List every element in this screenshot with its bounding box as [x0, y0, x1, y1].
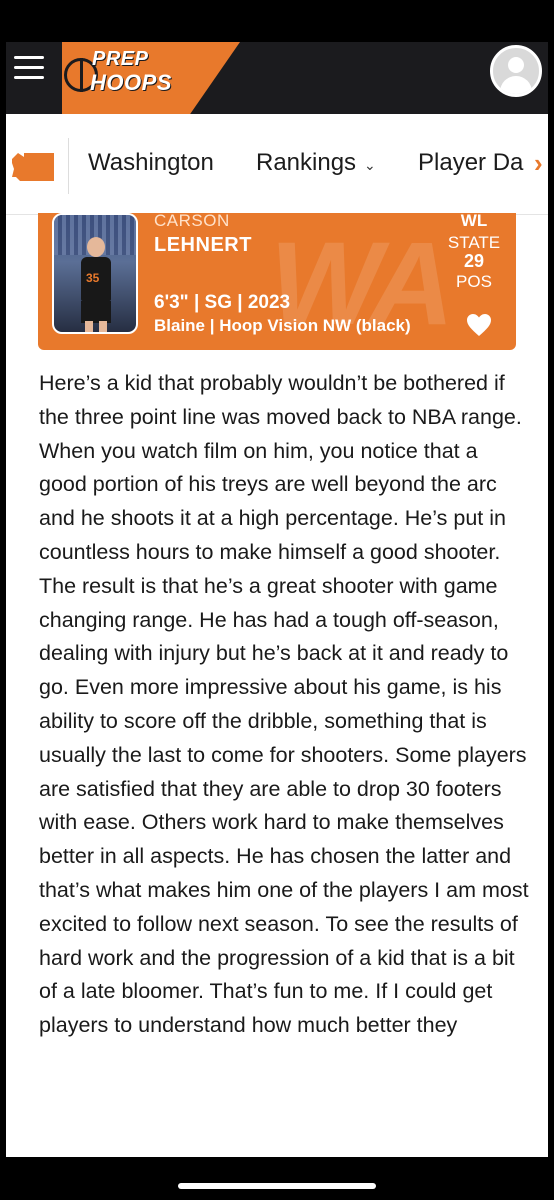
logo-text-hoops: HOOPS	[90, 70, 172, 95]
chevron-right-icon[interactable]: ›	[534, 148, 543, 179]
hamburger-menu-icon[interactable]	[14, 56, 44, 82]
article-paragraph: Here’s a kid that probably wouldn’t be b…	[39, 371, 529, 1038]
rank-scope: STATE	[447, 233, 501, 252]
player-card[interactable]: WA 35 CARSON LEHNERT WL STATE 29 POS 6'3…	[38, 213, 516, 350]
rank-pos-label: POS	[456, 272, 492, 291]
nav-item-player-database[interactable]: Player Da	[418, 149, 523, 177]
player-photo: 35	[52, 213, 138, 334]
player-first-name: CARSON	[154, 213, 230, 230]
home-indicator[interactable]	[178, 1183, 376, 1189]
nav-divider	[68, 138, 69, 194]
prep-hoops-logo[interactable]: PREP HOOPS	[60, 46, 190, 104]
jersey-number: 35	[86, 271, 100, 285]
article-body: Here’s a kid that probably wouldn’t be b…	[39, 367, 529, 1043]
rank-label: WL	[460, 213, 488, 230]
top-header: PREP HOOPS	[6, 42, 548, 114]
player-school-team: Blaine | Hoop Vision NW (black)	[154, 316, 411, 335]
nav-item-rankings[interactable]: Rankings	[256, 149, 356, 177]
user-avatar-icon[interactable]	[490, 45, 542, 97]
player-measurables: 6'3" | SG | 2023	[154, 292, 291, 313]
player-last-name[interactable]: LEHNERT	[154, 234, 252, 257]
washington-state-icon[interactable]	[10, 151, 54, 183]
heart-icon[interactable]	[466, 313, 492, 337]
nav-item-washington[interactable]: Washington	[88, 149, 214, 177]
app-frame: PREP HOOPS Washington Rankings ⌄ Player …	[6, 42, 548, 1157]
system-bottom-bar	[0, 1157, 554, 1200]
chevron-down-icon[interactable]: ⌄	[364, 157, 376, 174]
logo-text-prep: PREP	[92, 48, 149, 70]
rank-value: 29	[463, 251, 485, 271]
section-nav: Washington Rankings ⌄ Player Da ›	[6, 114, 548, 215]
